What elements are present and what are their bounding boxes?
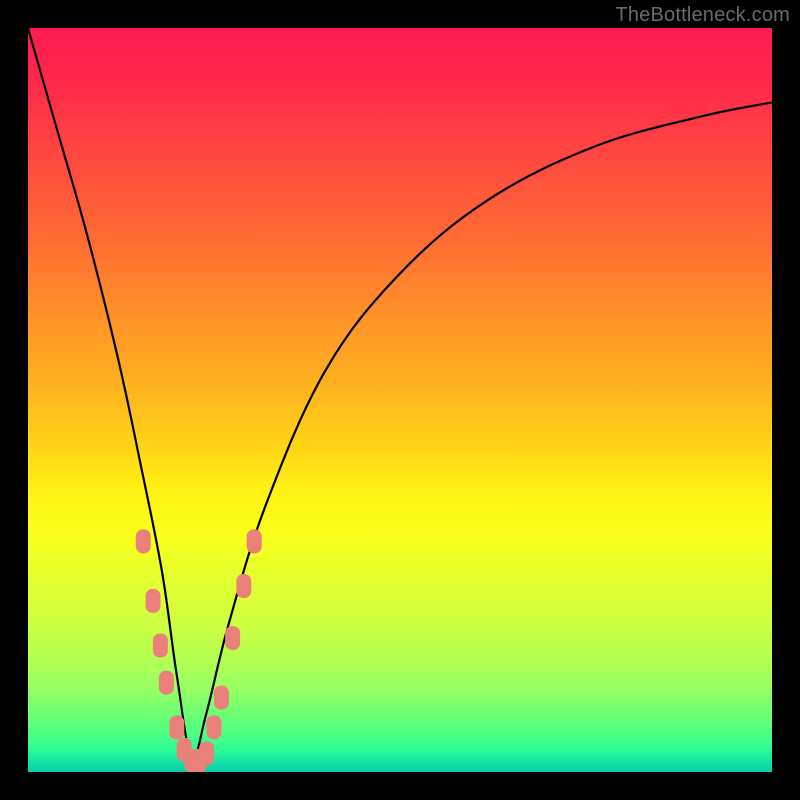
marker-point	[146, 589, 161, 613]
marker-point	[207, 715, 222, 739]
marker-point	[247, 529, 262, 553]
highlighted-points	[136, 529, 262, 772]
bottleneck-curve	[28, 28, 772, 758]
marker-point	[236, 574, 251, 598]
marker-point	[199, 741, 214, 765]
plot-area	[28, 28, 772, 772]
marker-point	[136, 529, 151, 553]
marker-point	[225, 626, 240, 650]
marker-point	[159, 671, 174, 695]
marker-point	[169, 715, 184, 739]
chart-frame: TheBottleneck.com	[0, 0, 800, 800]
marker-point	[153, 634, 168, 658]
curve-layer	[28, 28, 772, 772]
marker-point	[214, 686, 229, 710]
watermark-text: TheBottleneck.com	[615, 4, 790, 27]
